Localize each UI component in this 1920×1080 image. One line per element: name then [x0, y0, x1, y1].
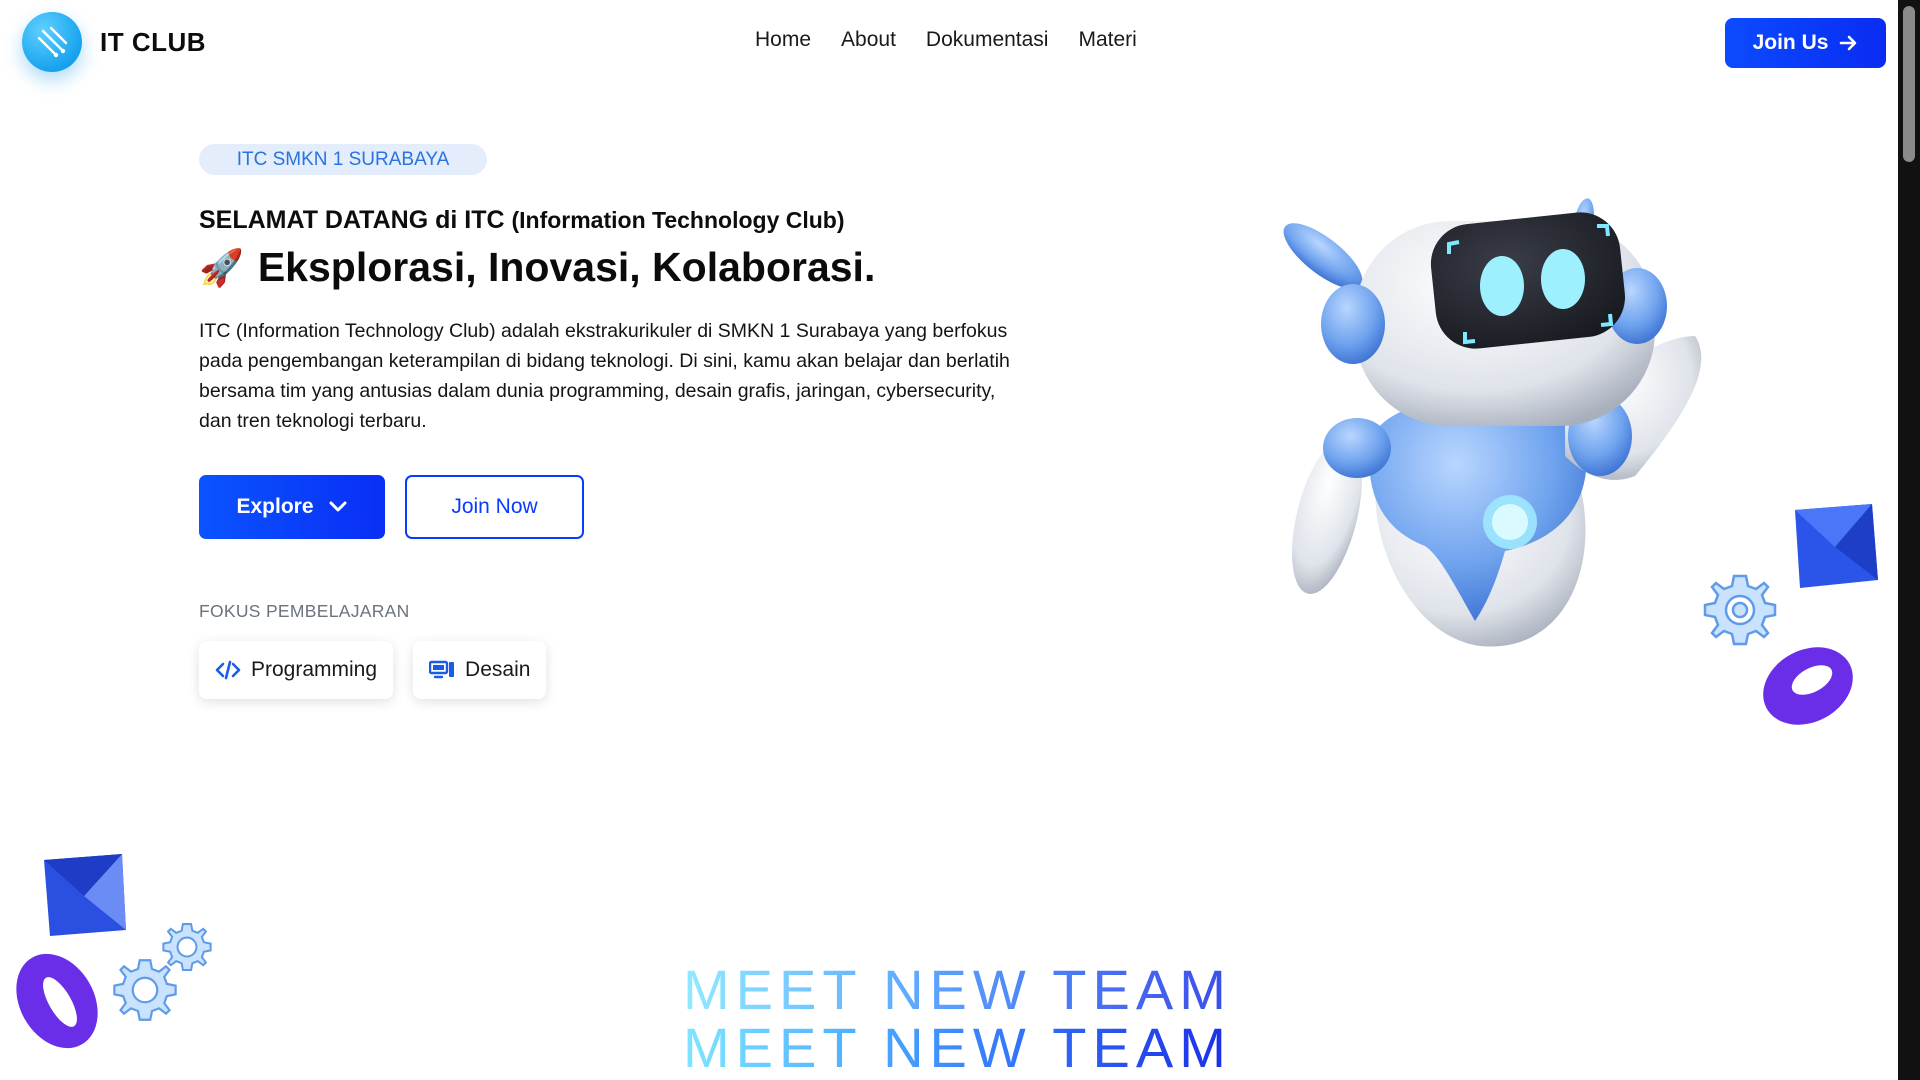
explore-button[interactable]: Explore — [199, 475, 385, 539]
scrollbar[interactable] — [1898, 0, 1920, 1080]
focus-label: FOKUS PEMBELAJARAN — [199, 601, 410, 621]
focus-chip-label: Desain — [465, 658, 531, 681]
main-nav: Home About Dokumentasi Materi — [755, 28, 1137, 52]
nav-dokumentasi[interactable]: Dokumentasi — [926, 28, 1049, 52]
scrollbar-thumb[interactable] — [1903, 6, 1915, 162]
welcome-heading: SELAMAT DATANG di ITC (Information Techn… — [199, 206, 845, 235]
torus-decoration-left — [16, 953, 98, 1049]
join-us-label: Join Us — [1752, 31, 1829, 54]
robot-illustration — [1283, 198, 1702, 647]
arrow-right-icon — [1840, 35, 1857, 51]
torus-decoration-right — [1763, 647, 1853, 725]
cube-decoration-left — [44, 854, 126, 936]
welcome-main: SELAMAT DATANG di ITC — [199, 206, 512, 234]
tagline-text: Eksplorasi, Inovasi, Kolaborasi. — [257, 244, 876, 290]
logo-text: IT CLUB — [100, 26, 207, 57]
nav-home[interactable]: Home — [755, 28, 811, 52]
logo[interactable]: IT CLUB — [22, 12, 206, 72]
navbar: IT CLUB Home About Dokumentasi Materi Jo… — [0, 0, 1898, 86]
explore-label: Explore — [236, 495, 314, 518]
focus-chip-label: Programming — [251, 658, 378, 681]
nav-about[interactable]: About — [841, 28, 896, 52]
focus-chip-programming[interactable]: Programming — [199, 641, 394, 699]
team-heading-shadow: MEET NEW TEAM — [683, 958, 1232, 1021]
join-now-button[interactable]: Join Now — [405, 475, 584, 539]
code-icon — [215, 660, 241, 680]
team-heading: MEET NEW TEAM — [683, 1016, 1232, 1079]
nav-materi[interactable]: Materi — [1078, 28, 1136, 52]
cube-decoration-right — [1795, 504, 1878, 588]
join-us-button[interactable]: Join Us — [1725, 18, 1886, 68]
welcome-paren: (Information Technology Club) — [511, 207, 845, 233]
hero-tagline: 🚀 Eksplorasi, Inovasi, Kolaborasi. — [199, 244, 875, 291]
focus-chips: Programming Desain — [199, 641, 547, 699]
gear-icon — [162, 923, 212, 971]
hero-description: ITC (Information Technology Club) adalah… — [199, 320, 1010, 432]
focus-chip-desain[interactable]: Desain — [413, 641, 547, 699]
rocket-icon: 🚀 — [199, 246, 244, 288]
monitor-icon — [429, 660, 455, 679]
gear-icon — [1703, 574, 1777, 646]
chevron-down-icon — [329, 501, 347, 512]
school-badge: ITC SMKN 1 SURABAYA — [199, 144, 487, 175]
logo-icon — [22, 12, 82, 72]
